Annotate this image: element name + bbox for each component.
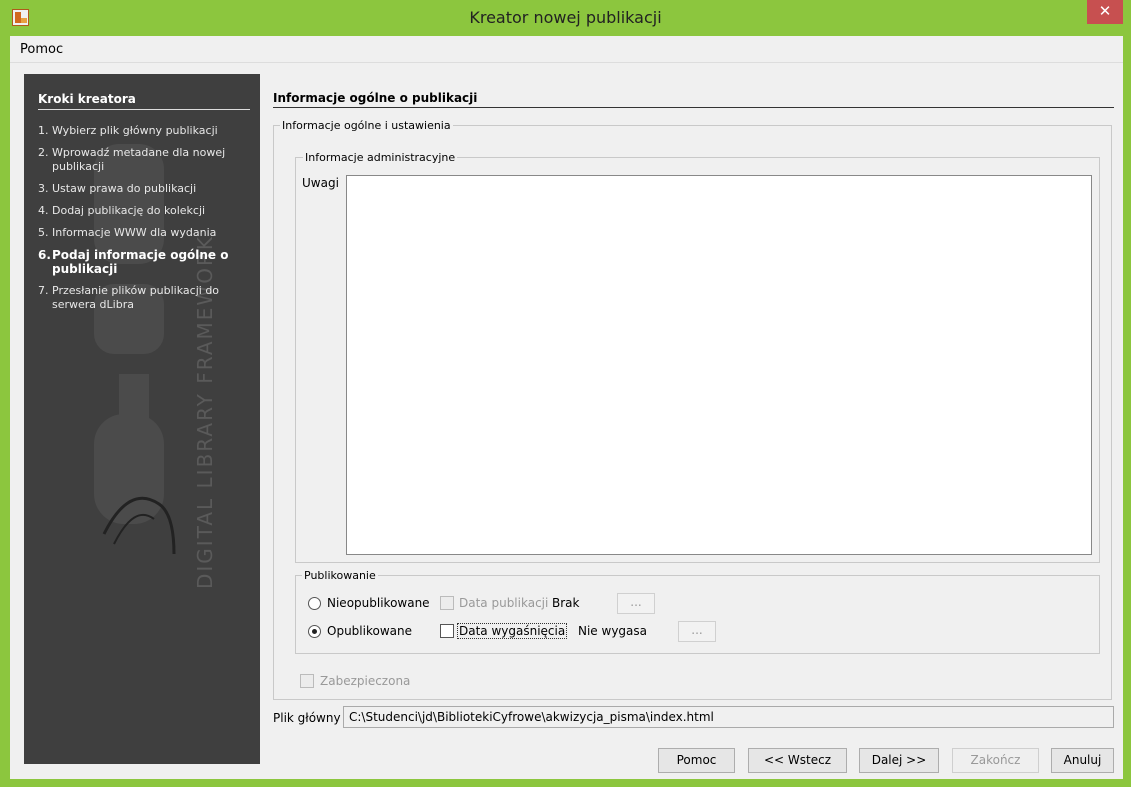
finish-button[interactable]: Zakończ bbox=[952, 748, 1039, 773]
window-client-area: Pomoc DIGITAL LIBRARY FRAMEWORK Kroki kr… bbox=[10, 36, 1123, 779]
page-title: Informacje ogólne o publikacji bbox=[273, 91, 1114, 108]
wizard-steps-panel: DIGITAL LIBRARY FRAMEWORK Kroki kreatora… bbox=[24, 74, 260, 764]
expiry-date-label[interactable]: Data wygaśnięcia bbox=[457, 623, 568, 639]
publishing-group-label: Publikowanie bbox=[302, 569, 378, 582]
back-button[interactable]: << Wstecz bbox=[748, 748, 847, 773]
step-item-5: 5. Informacje WWW dla wydania bbox=[38, 226, 217, 239]
step-item-3: 3. Ustaw prawa do publikacji bbox=[38, 182, 197, 195]
title-bar[interactable]: Kreator nowej publikacji ✕ bbox=[0, 0, 1131, 36]
close-button[interactable]: ✕ bbox=[1087, 0, 1123, 24]
expiry-date-picker-button[interactable]: ... bbox=[678, 621, 716, 642]
publication-date-picker-button[interactable]: ... bbox=[617, 593, 655, 614]
publication-date-label: Data publikacji bbox=[459, 596, 549, 610]
publication-date-checkbox[interactable] bbox=[440, 596, 454, 610]
step-item-1: 1. Wybierz plik główny publikacji bbox=[38, 124, 218, 137]
general-info-group-label: Informacje ogólne i ustawienia bbox=[280, 119, 453, 132]
published-radio[interactable] bbox=[308, 625, 321, 638]
step-item-7: 7. Przesłanie plików publikacji do serwer… bbox=[38, 284, 220, 311]
uwagi-textarea[interactable] bbox=[346, 175, 1092, 555]
expiry-date-value: Nie wygasa bbox=[578, 624, 647, 638]
secured-label: Zabezpieczona bbox=[320, 674, 411, 688]
secured-checkbox[interactable] bbox=[300, 674, 314, 688]
uwagi-label: Uwagi bbox=[302, 176, 339, 190]
unpublished-label[interactable]: Nieopublikowane bbox=[327, 596, 430, 610]
menu-bar: Pomoc bbox=[10, 36, 1123, 63]
expiry-date-checkbox[interactable] bbox=[440, 624, 454, 638]
unpublished-radio[interactable] bbox=[308, 597, 321, 610]
step-item-2: 2. Wprowadź metadane dla nowej publikacji bbox=[38, 146, 226, 173]
wizard-window: Kreator nowej publikacji ✕ Pomoc DIGITAL… bbox=[0, 0, 1131, 787]
steps-list: 1. Wybierz plik główny publikacji 2. Wprow… bbox=[38, 124, 253, 320]
cancel-button[interactable]: Anuluj bbox=[1051, 748, 1114, 773]
publication-date-value: Brak bbox=[552, 596, 580, 610]
help-button[interactable]: Pomoc bbox=[658, 748, 735, 773]
admin-info-group-label: Informacje administracyjne bbox=[303, 151, 458, 164]
next-button[interactable]: Dalej >> bbox=[859, 748, 939, 773]
window-title: Kreator nowej publikacji bbox=[469, 8, 662, 27]
publishing-group bbox=[295, 575, 1100, 654]
published-label[interactable]: Opublikowane bbox=[327, 624, 412, 638]
step-item-4: 4. Dodaj publikację do kolekcji bbox=[38, 204, 206, 217]
menu-item-pomoc[interactable]: Pomoc bbox=[20, 42, 63, 57]
main-file-field[interactable]: C:\Studenci\jd\BibliotekiCyfrowe\akwizyc… bbox=[343, 706, 1114, 728]
main-file-label: Plik główny bbox=[273, 711, 341, 725]
steps-title: Kroki kreatora bbox=[38, 92, 250, 110]
step-item-6-active: 6. Podaj informacje ogólne o publikacji bbox=[38, 248, 229, 276]
